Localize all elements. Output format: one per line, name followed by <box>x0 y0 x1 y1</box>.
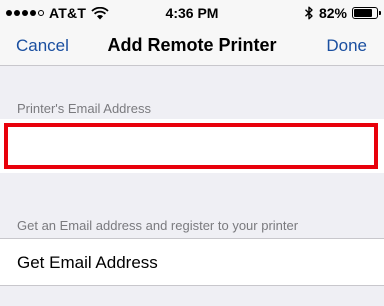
status-right: 82% <box>304 5 381 21</box>
printer-email-input[interactable] <box>4 123 378 169</box>
battery-icon <box>352 7 381 19</box>
email-cell <box>0 119 384 173</box>
navigation-bar: Cancel Add Remote Printer Done <box>0 26 384 66</box>
battery-percent: 82% <box>318 5 347 21</box>
done-button[interactable]: Done <box>326 36 367 56</box>
email-section-header: Printer's Email Address <box>17 101 151 116</box>
battery-fill <box>354 9 373 17</box>
divider <box>0 285 384 286</box>
get-email-address-label: Get Email Address <box>17 253 158 272</box>
bluetooth-icon <box>304 6 313 20</box>
status-bar: AT&T 4:36 PM 82% <box>0 0 384 26</box>
get-email-section-header: Get an Email address and register to you… <box>17 218 299 233</box>
cancel-button[interactable]: Cancel <box>16 36 69 56</box>
get-email-address-row[interactable]: Get Email Address <box>0 239 384 285</box>
